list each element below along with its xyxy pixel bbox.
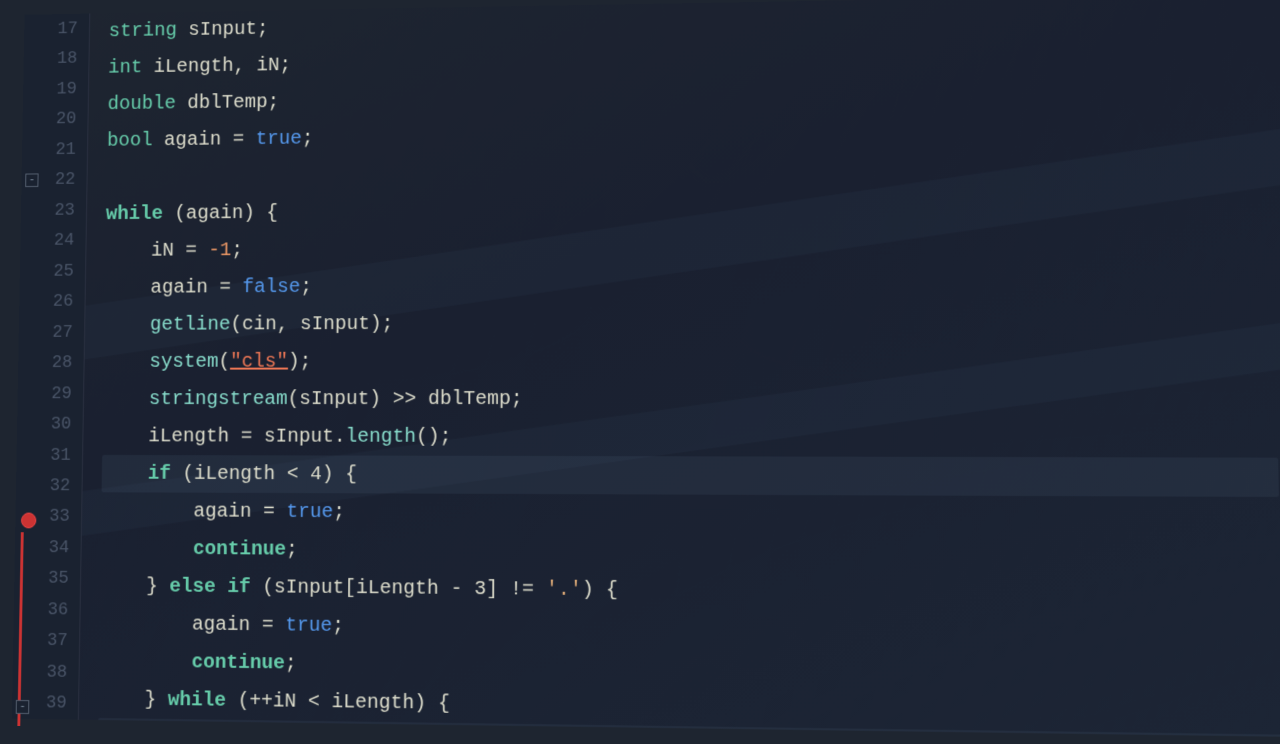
token-var: (sInput[iLength - 3] != <box>251 576 546 601</box>
token-punc: ; <box>302 127 314 149</box>
line-number-27: 27 <box>18 317 84 348</box>
token-var: iN = <box>105 239 208 262</box>
token-fn: length <box>346 425 417 448</box>
line-number-35: 35 <box>14 563 80 595</box>
token-punc: ; <box>333 501 345 524</box>
token-var: again = <box>152 128 255 151</box>
token-var: again = <box>105 276 243 299</box>
line-number-23: 23 <box>21 195 87 226</box>
line-number-38: 38 <box>12 657 79 689</box>
code-line-26: system("cls"); <box>103 340 1276 380</box>
token-continue: continue <box>193 538 286 561</box>
breakpoint-33[interactable] <box>21 512 36 528</box>
token-var <box>103 388 149 411</box>
token-punc: ; <box>286 538 298 561</box>
line-number-24: 24 <box>20 225 86 256</box>
token-type: bool <box>107 129 153 152</box>
line-number-17: 17 <box>24 14 89 45</box>
token-var: (cin, sInput); <box>230 313 393 336</box>
line-number-21: 21 <box>22 134 88 165</box>
line-number-18: 18 <box>23 44 88 75</box>
token-num: -1 <box>208 239 231 262</box>
token-var <box>104 314 150 337</box>
line-number-28: 28 <box>18 348 84 379</box>
line-number-37: 37 <box>13 625 79 657</box>
token-type: double <box>107 92 176 115</box>
token-var <box>98 725 191 737</box>
line-number-36: 36 <box>13 594 79 626</box>
token-continue: continue <box>191 651 285 675</box>
line-number-31: 31 <box>16 440 82 471</box>
token-punc: ; <box>300 276 312 299</box>
token-var: ); <box>288 350 311 373</box>
line-number-19: 19 <box>23 74 88 105</box>
line-number-39: - 39 <box>12 688 79 720</box>
line-number-34: 34 <box>15 532 81 563</box>
token-str: "cls" <box>230 350 288 373</box>
token-var: (sInput) >> dblTemp; <box>288 388 523 411</box>
token-var: (); <box>416 425 452 448</box>
token-var <box>101 537 194 560</box>
token-var: } <box>98 688 168 712</box>
token-var: (++iN < iLength) { <box>226 689 450 715</box>
token-var: iLength, iN; <box>142 54 291 78</box>
code-content: string sInput; int iLength, iN; double d… <box>79 0 1280 737</box>
token-fn: isdigit <box>237 727 319 737</box>
token-type: int <box>108 56 142 79</box>
token-while: while <box>106 203 163 226</box>
token-bool: true <box>256 127 302 150</box>
token-while2: while <box>168 688 227 712</box>
token-type: string <box>109 19 177 42</box>
token-var: (iLength < 4) { <box>171 463 357 486</box>
token-bool: true <box>286 500 333 523</box>
token-var: sInput; <box>177 18 269 42</box>
code-line-25: getline(cin, sInput); <box>104 301 1276 343</box>
token-var: (again) { <box>163 202 278 225</box>
line-number-32: 32 <box>16 471 82 502</box>
line-number-26: 26 <box>19 287 85 318</box>
token-var: iLength = sInput. <box>102 425 345 448</box>
token-var: again = <box>101 500 286 524</box>
code-line-24: again = false; <box>104 263 1275 307</box>
fold-icon-39[interactable]: - <box>16 700 30 714</box>
token-var: } <box>100 575 170 598</box>
token-fn: stringstream <box>149 388 288 411</box>
line-number-33: 33 <box>15 502 81 533</box>
code-line-28: iLength = sInput.length(); <box>102 418 1278 458</box>
line-numbers-panel: 17 18 19 20 21 22 - 23 24 25 26 27 28 29… <box>12 14 90 720</box>
token-fn: getline <box>150 313 231 336</box>
token-punc: ; <box>231 239 243 262</box>
line-number-29: 29 <box>17 378 83 409</box>
token-var <box>99 650 192 674</box>
token-var: again = <box>99 612 285 637</box>
token-if2: if <box>190 727 214 737</box>
token-var: ( <box>218 350 230 373</box>
line-number-20: 20 <box>22 104 87 135</box>
token-bool: true <box>285 614 332 637</box>
line-number-25: 25 <box>20 256 86 287</box>
token-var: dblTemp; <box>176 91 280 115</box>
token-var: ( <box>214 727 238 737</box>
line-number-22: 22 - <box>21 165 87 196</box>
token-var <box>103 351 149 374</box>
token-bool: false <box>242 276 300 299</box>
code-line-29: if (iLength < 4) { <box>102 455 1279 497</box>
token-else-if: else if <box>169 575 251 599</box>
token-punc: ; <box>285 652 297 675</box>
line-number-30: 30 <box>17 409 83 440</box>
token-var: (sInput[iN])) { <box>319 729 497 737</box>
code-editor: 17 18 19 20 21 22 - 23 24 25 26 27 28 29… <box>12 0 1280 737</box>
code-line-27: stringstream(sInput) >> dblTemp; <box>103 379 1278 418</box>
token-var: ) { <box>582 578 618 602</box>
token-if: if <box>102 462 171 485</box>
token-fn: system <box>149 351 218 374</box>
token-punc: ; <box>332 614 344 637</box>
fold-icon-22[interactable]: - <box>25 174 38 188</box>
token-char: '.' <box>546 578 582 602</box>
